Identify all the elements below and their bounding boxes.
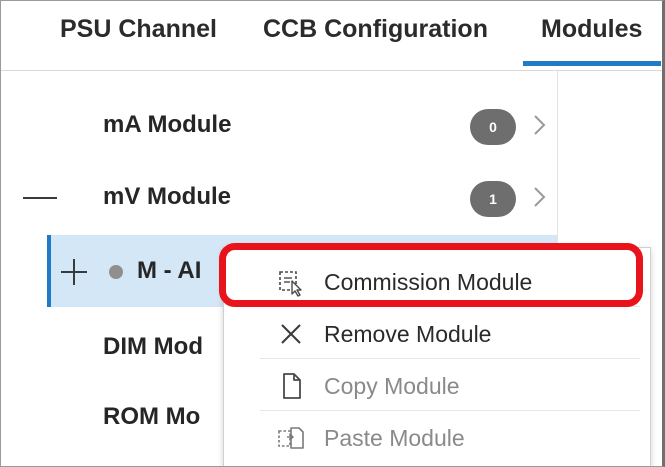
module-label: M - AI bbox=[137, 257, 202, 284]
module-label: DIM Mod bbox=[103, 333, 203, 360]
chevron-right-icon[interactable] bbox=[532, 111, 548, 139]
module-row-ma[interactable]: mA Module 0 bbox=[1, 93, 557, 157]
document-icon bbox=[283, 373, 301, 399]
app-frame: PSU Channel CCB Configuration Modules mA… bbox=[0, 0, 665, 467]
module-row-mv[interactable]: mV Module 1 bbox=[1, 165, 557, 229]
tab-bar: PSU Channel CCB Configuration Modules bbox=[1, 1, 662, 71]
chevron-right-icon[interactable] bbox=[532, 183, 548, 211]
paste-icon bbox=[278, 427, 304, 449]
menu-item-label: Paste Module bbox=[324, 425, 465, 451]
menu-item-copy-module[interactable]: Copy Module bbox=[260, 359, 640, 411]
tab-ccb-configuration[interactable]: CCB Configuration bbox=[263, 15, 488, 44]
tab-psu-channel[interactable]: PSU Channel bbox=[60, 15, 217, 44]
count-badge: 0 bbox=[470, 109, 516, 145]
module-label: ROM Mo bbox=[103, 403, 201, 430]
tab-modules[interactable]: Modules bbox=[541, 15, 642, 44]
context-menu: Commission Module Remove Module Copy Mod… bbox=[223, 247, 651, 466]
menu-item-paste-module[interactable]: Paste Module bbox=[260, 411, 640, 463]
count-badge: 1 bbox=[470, 181, 516, 217]
active-tab-indicator bbox=[523, 61, 661, 66]
commission-icon bbox=[279, 271, 302, 297]
module-label: mV Module bbox=[103, 183, 232, 210]
menu-item-label: Remove Module bbox=[324, 321, 492, 347]
close-icon bbox=[281, 324, 301, 344]
module-label: mA Module bbox=[103, 111, 232, 138]
menu-item-label: Commission Module bbox=[324, 269, 533, 295]
menu-item-remove-module[interactable]: Remove Module bbox=[260, 307, 640, 359]
menu-item-label: Copy Module bbox=[324, 373, 460, 399]
plus-icon[interactable] bbox=[59, 257, 89, 287]
status-dot-icon bbox=[109, 265, 123, 279]
collapse-icon[interactable] bbox=[23, 197, 57, 199]
menu-item-commission-module[interactable]: Commission Module bbox=[260, 255, 640, 307]
